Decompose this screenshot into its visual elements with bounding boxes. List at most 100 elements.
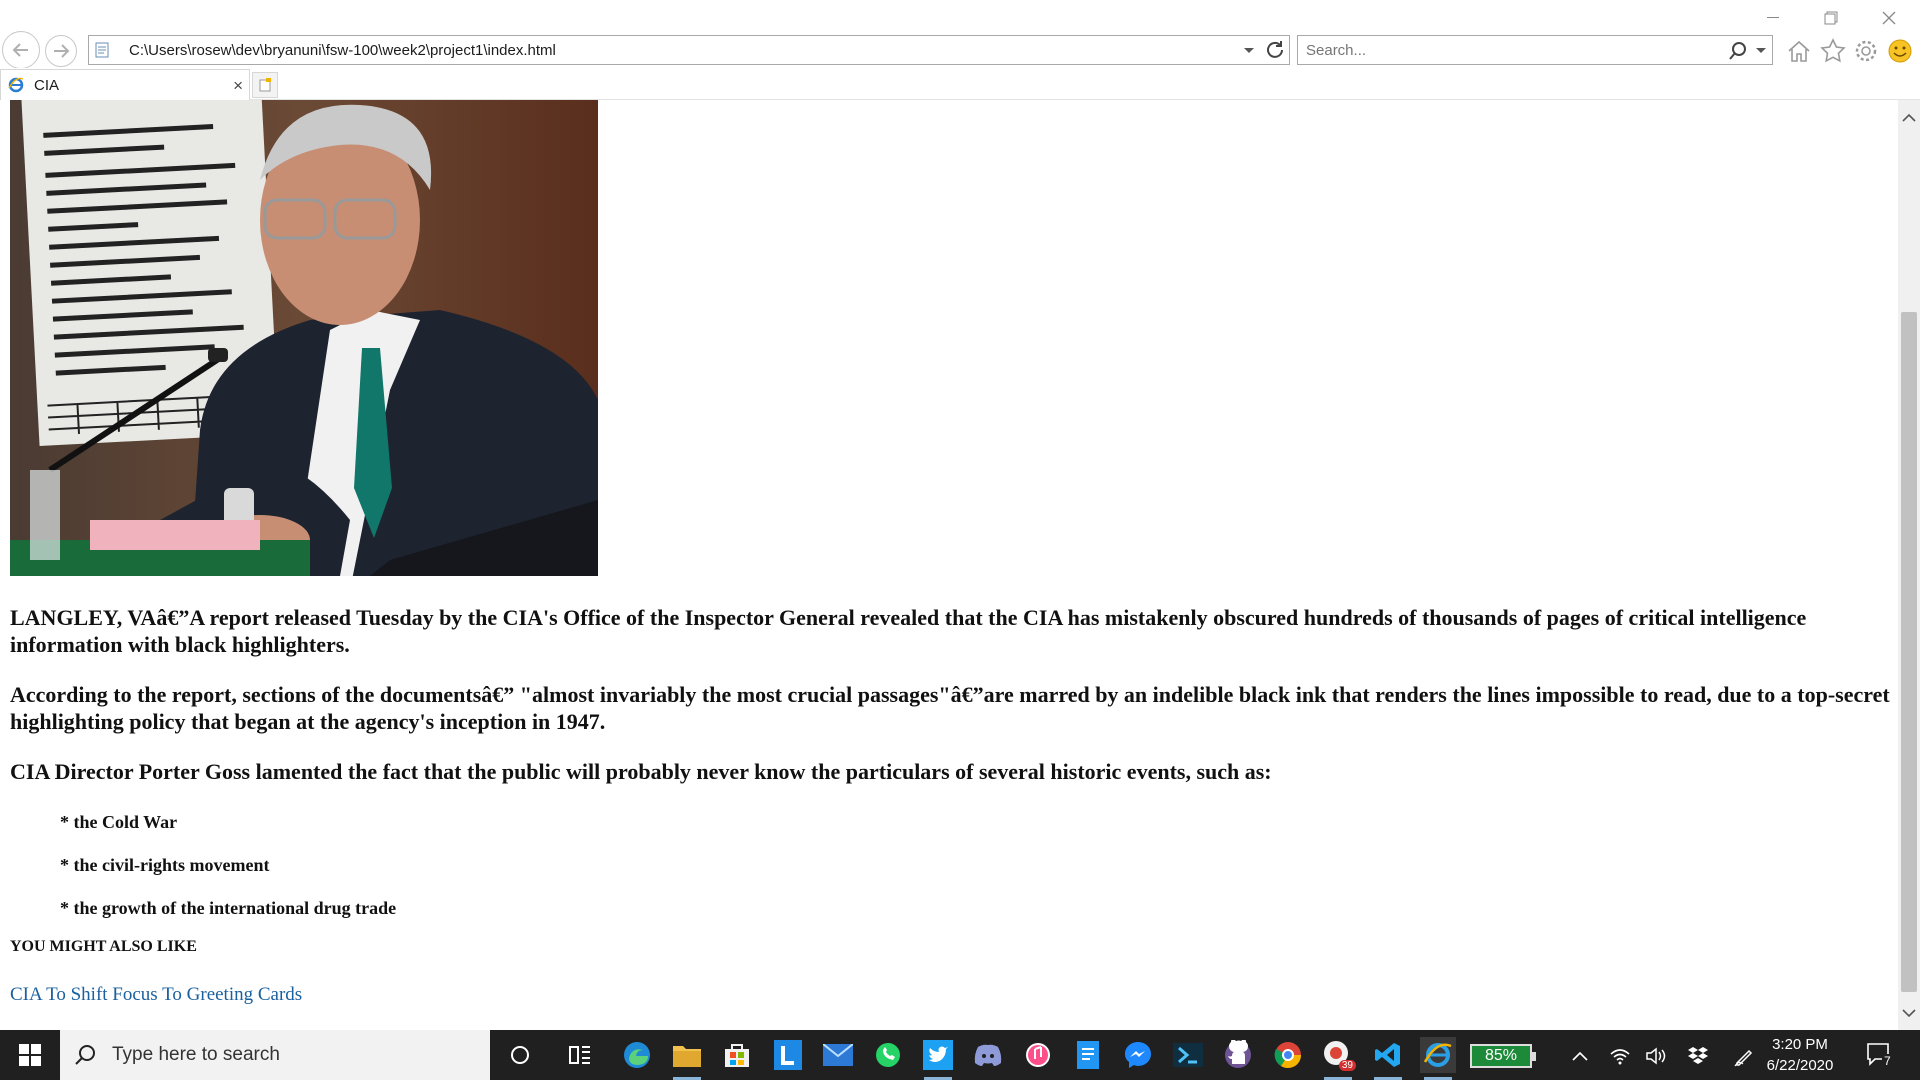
close-icon (1882, 11, 1896, 25)
show-hidden-icons-button[interactable] (1568, 1044, 1592, 1068)
refresh-icon[interactable] (1265, 40, 1285, 60)
browser-toolbar: C:\Users\rosew\dev\bryanuni\fsw-100\week… (0, 0, 1920, 69)
edge-icon (624, 1042, 650, 1068)
close-tab-icon[interactable]: × (233, 76, 243, 96)
taskbar-app-messenger[interactable] (1120, 1037, 1156, 1073)
settings-button[interactable] (1852, 37, 1880, 65)
gear-icon (1855, 40, 1877, 62)
restore-icon (1824, 11, 1838, 25)
taskbar: Type here to search 39 85% 3:20 PM 6/22/… (0, 1030, 1920, 1080)
wifi-icon (1610, 1049, 1630, 1065)
ie-favicon-icon (8, 77, 24, 93)
taskbar-app-twitter[interactable] (920, 1037, 956, 1080)
forward-arrow-icon (54, 44, 70, 58)
home-button[interactable] (1785, 37, 1813, 65)
scroll-thumb[interactable] (1901, 312, 1917, 992)
taskbar-app-explorer[interactable] (669, 1037, 705, 1080)
chevron-down-icon[interactable] (1756, 48, 1766, 54)
github-icon (1225, 1040, 1251, 1068)
search-icon (75, 1045, 95, 1065)
list-item: * the civil-rights movement (60, 855, 270, 875)
minimize-icon (1767, 17, 1779, 18)
whatsapp-icon (876, 1043, 900, 1067)
forward-button[interactable] (45, 35, 77, 67)
article-paragraph: CIA Director Porter Goss lamented the fa… (10, 759, 1272, 784)
task-view-button[interactable] (562, 1037, 598, 1073)
taskbar-app-mail[interactable] (820, 1037, 856, 1073)
notification-badge: 39 (1338, 1060, 1356, 1071)
address-bar[interactable]: C:\Users\rosew\dev\bryanuni\fsw-100\week… (88, 35, 1290, 65)
tab-strip: CIA × (0, 68, 1920, 100)
home-icon (1788, 40, 1810, 62)
smiley-icon (1888, 39, 1912, 63)
star-icon (1820, 38, 1846, 63)
taskbar-app-itunes[interactable] (1020, 1037, 1056, 1073)
windows-logo-icon (19, 1044, 41, 1066)
taskbar-search[interactable]: Type here to search (60, 1030, 490, 1080)
taskbar-app-store[interactable] (719, 1037, 755, 1073)
mail-icon (823, 1044, 853, 1066)
taskbar-app-vscode[interactable] (1370, 1037, 1406, 1080)
taskbar-app-ie[interactable] (1420, 1037, 1456, 1080)
minimize-button[interactable] (1748, 6, 1798, 30)
start-button[interactable] (0, 1030, 60, 1080)
system-clock[interactable]: 3:20 PM 6/22/2020 (1752, 1034, 1848, 1076)
taskbar-app-document[interactable] (1070, 1037, 1106, 1073)
action-center-button[interactable]: 7 (1866, 1042, 1894, 1073)
clock-time: 3:20 PM (1772, 1036, 1828, 1053)
article-body: LANGLEY, VAâ€”A report released Tuesday … (10, 604, 1890, 1006)
address-url: C:\Users\rosew\dev\bryanuni\fsw-100\week… (129, 41, 556, 59)
clock-date: 6/22/2020 (1766, 1057, 1834, 1074)
back-button[interactable] (2, 31, 40, 69)
search-box[interactable] (1297, 35, 1773, 65)
restore-button[interactable] (1806, 6, 1856, 30)
related-link[interactable]: CIA To Shift Focus To Greeting Cards (10, 984, 302, 1005)
taskbar-search-text: Type here to search (112, 1044, 280, 1065)
taskbar-app-chrome-profile[interactable]: 39 (1320, 1037, 1356, 1080)
cortana-button[interactable] (502, 1037, 538, 1073)
dropbox-icon (1688, 1047, 1708, 1064)
article-paragraph: According to the report, sections of the… (10, 682, 1890, 734)
tab-title: CIA (34, 76, 60, 94)
dropbox-button[interactable] (1686, 1044, 1710, 1068)
battery-indicator[interactable]: 85% (1470, 1044, 1536, 1068)
list-item: * the growth of the international drug t… (60, 898, 397, 918)
cortana-icon (511, 1046, 529, 1064)
feedback-button[interactable] (1886, 37, 1914, 65)
taskbar-app-l[interactable] (770, 1037, 806, 1073)
chevron-up-icon (1902, 113, 1916, 122)
taskbar-app-powershell[interactable] (1170, 1037, 1206, 1073)
notification-count: 7 (1882, 1054, 1893, 1068)
taskbar-app-chrome[interactable] (1270, 1037, 1306, 1073)
internet-explorer-icon (1423, 1043, 1452, 1067)
document-icon (1077, 1041, 1099, 1069)
close-window-button[interactable] (1864, 6, 1914, 30)
tab-cia[interactable]: CIA × (0, 69, 250, 100)
new-tab-button[interactable] (252, 72, 278, 98)
taskbar-app-edge[interactable] (619, 1037, 655, 1073)
scroll-up-button[interactable] (1898, 106, 1920, 128)
page-viewport: LANGLEY, VAâ€”A report released Tuesday … (0, 100, 1898, 1030)
taskbar-app-discord[interactable] (970, 1037, 1006, 1073)
list-item: * the Cold War (60, 812, 178, 832)
store-icon (725, 1044, 749, 1067)
page-icon (95, 42, 109, 58)
favorites-button[interactable] (1819, 37, 1847, 65)
search-input[interactable] (1306, 41, 1686, 59)
search-icon[interactable] (1728, 41, 1748, 61)
vertical-scrollbar[interactable] (1898, 100, 1920, 1030)
back-arrow-icon (12, 43, 28, 57)
network-button[interactable] (1608, 1044, 1632, 1068)
chrome-icon (1274, 1042, 1302, 1069)
discord-icon (974, 1044, 1002, 1066)
terminal-icon (1173, 1043, 1203, 1067)
related-heading: YOU MIGHT ALSO LIKE (10, 938, 197, 955)
chevron-down-icon[interactable] (1243, 47, 1255, 55)
scroll-down-button[interactable] (1898, 1002, 1920, 1024)
taskbar-app-whatsapp[interactable] (870, 1037, 906, 1073)
new-tab-icon (259, 78, 271, 92)
volume-button[interactable] (1644, 1044, 1668, 1068)
taskbar-app-github[interactable] (1220, 1037, 1256, 1073)
vscode-icon (1375, 1043, 1400, 1067)
folder-icon (673, 1046, 701, 1067)
